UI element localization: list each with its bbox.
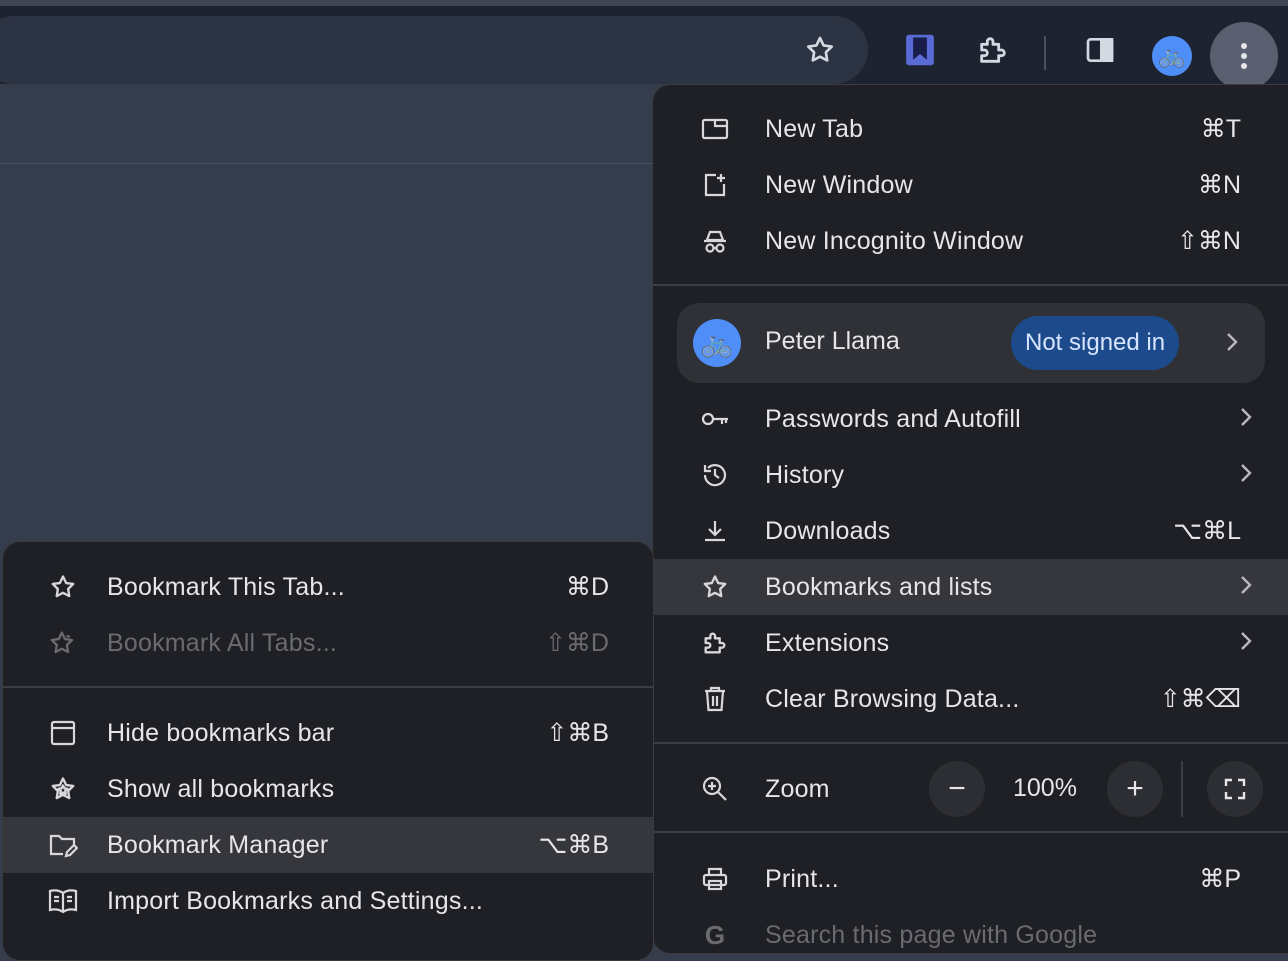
book-icon (47, 885, 79, 917)
bookmark-star-icon[interactable] (798, 28, 842, 72)
profile-avatar: 🚲 (693, 319, 741, 367)
chevron-right-icon (1239, 630, 1253, 657)
browser-toolbar: 🚲 (0, 6, 1288, 90)
chrome-menu-button[interactable] (1210, 22, 1278, 90)
side-panel-icon[interactable] (1078, 28, 1122, 72)
new-tab-icon (699, 113, 731, 145)
menu-divider (653, 742, 1288, 744)
menu-divider (653, 284, 1288, 286)
chevron-right-icon (1239, 406, 1253, 433)
zoom-in-button[interactable]: + (1107, 761, 1163, 817)
menu-item-bookmarks-and-lists[interactable]: Bookmarks and lists (653, 559, 1288, 615)
toolbar-separator (1044, 36, 1046, 70)
extensions-puzzle-icon[interactable] (971, 28, 1015, 72)
chevron-right-icon (1239, 462, 1253, 489)
extension-icon (699, 627, 731, 659)
zoom-out-button[interactable]: − (929, 761, 985, 817)
menu-item-clear-browsing-data[interactable]: Clear Browsing Data... ⇧⌘⌫ (653, 671, 1288, 727)
google-icon: G (704, 919, 726, 950)
bookmark-extension-icon[interactable] (898, 28, 942, 72)
profile-avatar-button[interactable]: 🚲 (1152, 36, 1192, 76)
bookmarks-bar-icon (47, 717, 79, 749)
submenu-item-bookmark-all-tabs[interactable]: Bookmark All Tabs... ⇧⌘D (3, 615, 653, 671)
download-icon (699, 515, 731, 547)
menu-item-new-tab[interactable]: New Tab ⌘T (653, 101, 1288, 157)
incognito-icon (699, 225, 731, 257)
submenu-item-show-all-bookmarks[interactable]: Show all bookmarks (3, 761, 653, 817)
address-bar[interactable] (0, 16, 868, 84)
submenu-item-hide-bookmarks-bar[interactable]: Hide bookmarks bar ⇧⌘B (3, 705, 653, 761)
bicycle-icon: 🚲 (700, 327, 734, 358)
printer-icon (699, 863, 731, 895)
submenu-item-bookmark-this-tab[interactable]: Bookmark This Tab... ⌘D (3, 559, 653, 615)
bookmarks-submenu: Bookmark This Tab... ⌘D Bookmark All Tab… (2, 541, 654, 961)
menu-item-new-window[interactable]: New Window ⌘N (653, 157, 1288, 213)
star-icon (47, 571, 79, 603)
zoom-level: 100% (1013, 774, 1077, 802)
key-icon (699, 403, 731, 435)
history-icon (699, 459, 731, 491)
menu-divider (653, 831, 1288, 833)
submenu-divider (3, 686, 653, 688)
submenu-item-bookmark-manager[interactable]: Bookmark Manager ⌥⌘B (3, 817, 653, 873)
menu-item-downloads[interactable]: Downloads ⌥⌘L (653, 503, 1288, 559)
stars-icon (47, 627, 79, 659)
profile-row[interactable]: 🚲 Peter Llama Not signed in (677, 303, 1265, 383)
fullscreen-icon (1224, 778, 1246, 800)
sign-in-status-badge: Not signed in (1011, 316, 1180, 370)
folder-edit-icon (47, 829, 79, 861)
menu-item-extensions[interactable]: Extensions (653, 615, 1288, 671)
submenu-item-import-bookmarks[interactable]: Import Bookmarks and Settings... (3, 873, 653, 929)
new-window-icon (699, 169, 731, 201)
chevron-right-icon (1225, 331, 1239, 358)
trash-icon (699, 683, 731, 715)
menu-item-print[interactable]: Print... ⌘P (653, 851, 1288, 907)
chrome-main-menu: New Tab ⌘T New Window ⌘N New Incognito W… (652, 84, 1288, 954)
stars-icon (47, 773, 79, 805)
zoom-icon (699, 773, 731, 805)
menu-item-history[interactable]: History (653, 447, 1288, 503)
menu-item-passwords-autofill[interactable]: Passwords and Autofill (653, 391, 1288, 447)
menu-item-search-page-google[interactable]: G Search this page with Google (653, 907, 1288, 953)
profile-name: Peter Llama (765, 327, 900, 355)
star-icon (699, 571, 731, 603)
chevron-right-icon (1239, 574, 1253, 601)
more-vert-icon (1241, 43, 1247, 69)
zoom-separator (1181, 761, 1183, 817)
fullscreen-button[interactable] (1207, 761, 1263, 817)
menu-item-new-incognito-window[interactable]: New Incognito Window ⇧⌘N (653, 213, 1288, 269)
bicycle-icon: 🚲 (1158, 43, 1186, 68)
